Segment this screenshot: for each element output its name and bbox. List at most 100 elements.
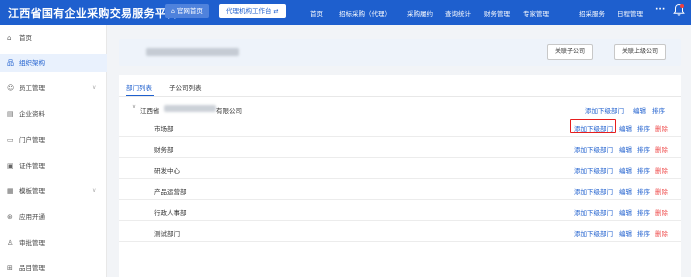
delete-link[interactable]: 删除 (655, 165, 668, 175)
sort-link[interactable]: 排序 (637, 123, 650, 133)
portal-icon: ▭ (7, 136, 14, 144)
add-subdepartment-link[interactable]: 添加下级部门 (574, 165, 613, 175)
highlight-box (570, 119, 616, 133)
table-row: 行政人事部 添加下级部门 编辑 排序 删除 (119, 201, 681, 221)
delete-link[interactable]: 删除 (655, 144, 668, 154)
root-company-prefix: 江西省 (140, 107, 160, 115)
tree-root-node: ∨ 江西省 有限公司 添加下级部门 编辑 排序 (119, 103, 681, 115)
nav-finance[interactable]: 财务管理 (484, 8, 510, 18)
chevron-down-icon[interactable]: ∨ (132, 104, 136, 110)
nav-bidding-service[interactable]: 招采服务 (579, 8, 605, 18)
related-subsidiary-button[interactable]: 关联子公司 (547, 44, 594, 60)
sort-link[interactable]: 排序 (637, 207, 650, 217)
sidebar-item-label: 企业资料 (19, 110, 45, 118)
edit-link[interactable]: 编辑 (619, 165, 632, 175)
edit-link[interactable]: 编辑 (619, 123, 632, 133)
add-subdepartment-link[interactable]: 添加下级部门 (574, 144, 613, 154)
nav-experts[interactable]: 专家管理 (523, 8, 549, 18)
home-button[interactable]: ⌂ 官网首页 (165, 4, 209, 18)
chevron-down-icon: ∨ (92, 84, 97, 91)
company-card: 关联子公司 关联上级公司 (119, 39, 681, 66)
edit-link[interactable]: 编辑 (619, 144, 632, 154)
agent-workbench-button[interactable]: 代理机构工作台 ⇄ (219, 4, 286, 18)
table-row: 测试部门 添加下级部门 编辑 排序 删除 (119, 222, 681, 242)
delete-link[interactable]: 删除 (655, 123, 668, 133)
org-chart-icon: 品 (7, 59, 14, 67)
department-panel: 部门列表 子公司列表 ∨ 江西省 有限公司 添加下级部门 编辑 排序 市场部 添… (119, 75, 681, 277)
notification-dot (680, 4, 684, 8)
home-button-label: 官网首页 (176, 7, 203, 15)
platform-title: 江西省国有企业采购交易服务平台 (8, 7, 178, 20)
department-name: 测试部门 (154, 230, 180, 238)
department-name: 财务部 (154, 146, 174, 154)
edit-link[interactable]: 编辑 (619, 207, 632, 217)
add-subdepartment-link[interactable]: 添加下级部门 (574, 186, 613, 196)
sidebar-item-templates[interactable]: ▦ 模板管理 ∨ (0, 182, 107, 200)
template-icon: ▦ (7, 187, 14, 195)
tabs-divider (119, 96, 681, 97)
sidebar: ⌂ 首页 品 组织架构 ☺ 员工管理 ∨ ▤ 企业资料 ▭ 门户管理 ▣ 证件管… (0, 25, 107, 277)
home-icon: ⌂ (7, 34, 12, 42)
sidebar-item-home[interactable]: ⌂ 首页 (0, 29, 107, 47)
sidebar-item-label: 证件管理 (19, 162, 45, 170)
agent-workbench-label: 代理机构工作台 (226, 7, 272, 15)
app-icon: ⊛ (7, 213, 13, 221)
root-sort-link[interactable]: 排序 (652, 105, 665, 115)
delete-link[interactable]: 删除 (655, 186, 668, 196)
chevron-down-icon: ∨ (92, 187, 97, 194)
sidebar-item-label: 审批管理 (19, 239, 45, 247)
sidebar-item-employees[interactable]: ☺ 员工管理 ∨ (0, 79, 107, 97)
home-icon: ⌂ (171, 8, 175, 15)
table-row: 研发中心 添加下级部门 编辑 排序 删除 (119, 159, 681, 179)
company-name-redacted (146, 48, 239, 56)
edit-link[interactable]: 编辑 (619, 228, 632, 238)
sidebar-item-app-activation[interactable]: ⊛ 应用开通 (0, 208, 107, 226)
building-icon: ▤ (7, 110, 14, 118)
nav-procurement-performance[interactable]: 采购履约 (407, 8, 433, 18)
table-row: 市场部 添加下级部门 编辑 排序 删除 (119, 117, 681, 137)
more-menu[interactable]: ··· (655, 5, 665, 15)
sidebar-item-approvals[interactable]: ♙ 审批管理 (0, 234, 107, 252)
table-row: 产品运营部 添加下级部门 编辑 排序 删除 (119, 180, 681, 200)
sidebar-item-company-info[interactable]: ▤ 企业资料 (0, 105, 107, 123)
root-company-suffix: 有限公司 (216, 107, 242, 115)
root-edit-link[interactable]: 编辑 (633, 105, 646, 115)
related-parent-button[interactable]: 关联上级公司 (614, 44, 667, 60)
main-content: 关联子公司 关联上级公司 部门列表 子公司列表 ∨ 江西省 有限公司 添加下级部… (108, 25, 691, 277)
sidebar-item-label: 应用开通 (19, 213, 45, 221)
root-company-name-redacted (164, 105, 216, 112)
tab-subsidiary-list[interactable]: 子公司列表 (169, 82, 202, 92)
grid-icon: ⊞ (7, 264, 13, 272)
switch-icon: ⇄ (273, 8, 279, 15)
sidebar-item-label: 首页 (19, 34, 32, 42)
add-subdepartment-link[interactable]: 添加下级部门 (574, 228, 613, 238)
approval-icon: ♙ (7, 239, 14, 247)
sidebar-item-portal[interactable]: ▭ 门户管理 (0, 131, 107, 149)
sidebar-item-label: 员工管理 (19, 84, 45, 92)
root-add-subdepartment-link[interactable]: 添加下级部门 (585, 105, 624, 115)
sort-link[interactable]: 排序 (637, 186, 650, 196)
nav-query-statistics[interactable]: 查询统计 (445, 8, 471, 18)
top-bar: 江西省国有企业采购交易服务平台 ⌂ 官网首页 代理机构工作台 ⇄ 首页 招标采购（代… (0, 0, 691, 25)
tab-department-list[interactable]: 部门列表 (126, 82, 152, 92)
nav-tender-procurement[interactable]: 招标采购（代理） (339, 8, 391, 18)
department-name: 产品运营部 (154, 188, 187, 196)
nav-home[interactable]: 首页 (310, 8, 323, 18)
sidebar-item-label: 模板管理 (19, 187, 45, 195)
sidebar-item-label: 品目管理 (19, 264, 45, 272)
add-subdepartment-link[interactable]: 添加下级部门 (574, 207, 613, 217)
department-name: 行政人事部 (154, 209, 187, 217)
sidebar-item-label: 门户管理 (19, 136, 45, 144)
nav-schedule[interactable]: 日程管理 (617, 8, 643, 18)
sidebar-item-certificates[interactable]: ▣ 证件管理 (0, 157, 107, 175)
users-icon: ☺ (7, 84, 15, 92)
sort-link[interactable]: 排序 (637, 165, 650, 175)
edit-link[interactable]: 编辑 (619, 186, 632, 196)
sidebar-item-org-structure[interactable]: 品 组织架构 (0, 54, 107, 72)
delete-link[interactable]: 删除 (655, 228, 668, 238)
notification-bell[interactable] (673, 3, 685, 17)
sort-link[interactable]: 排序 (637, 228, 650, 238)
sidebar-item-categories[interactable]: ⊞ 品目管理 (0, 259, 107, 277)
sort-link[interactable]: 排序 (637, 144, 650, 154)
delete-link[interactable]: 删除 (655, 207, 668, 217)
